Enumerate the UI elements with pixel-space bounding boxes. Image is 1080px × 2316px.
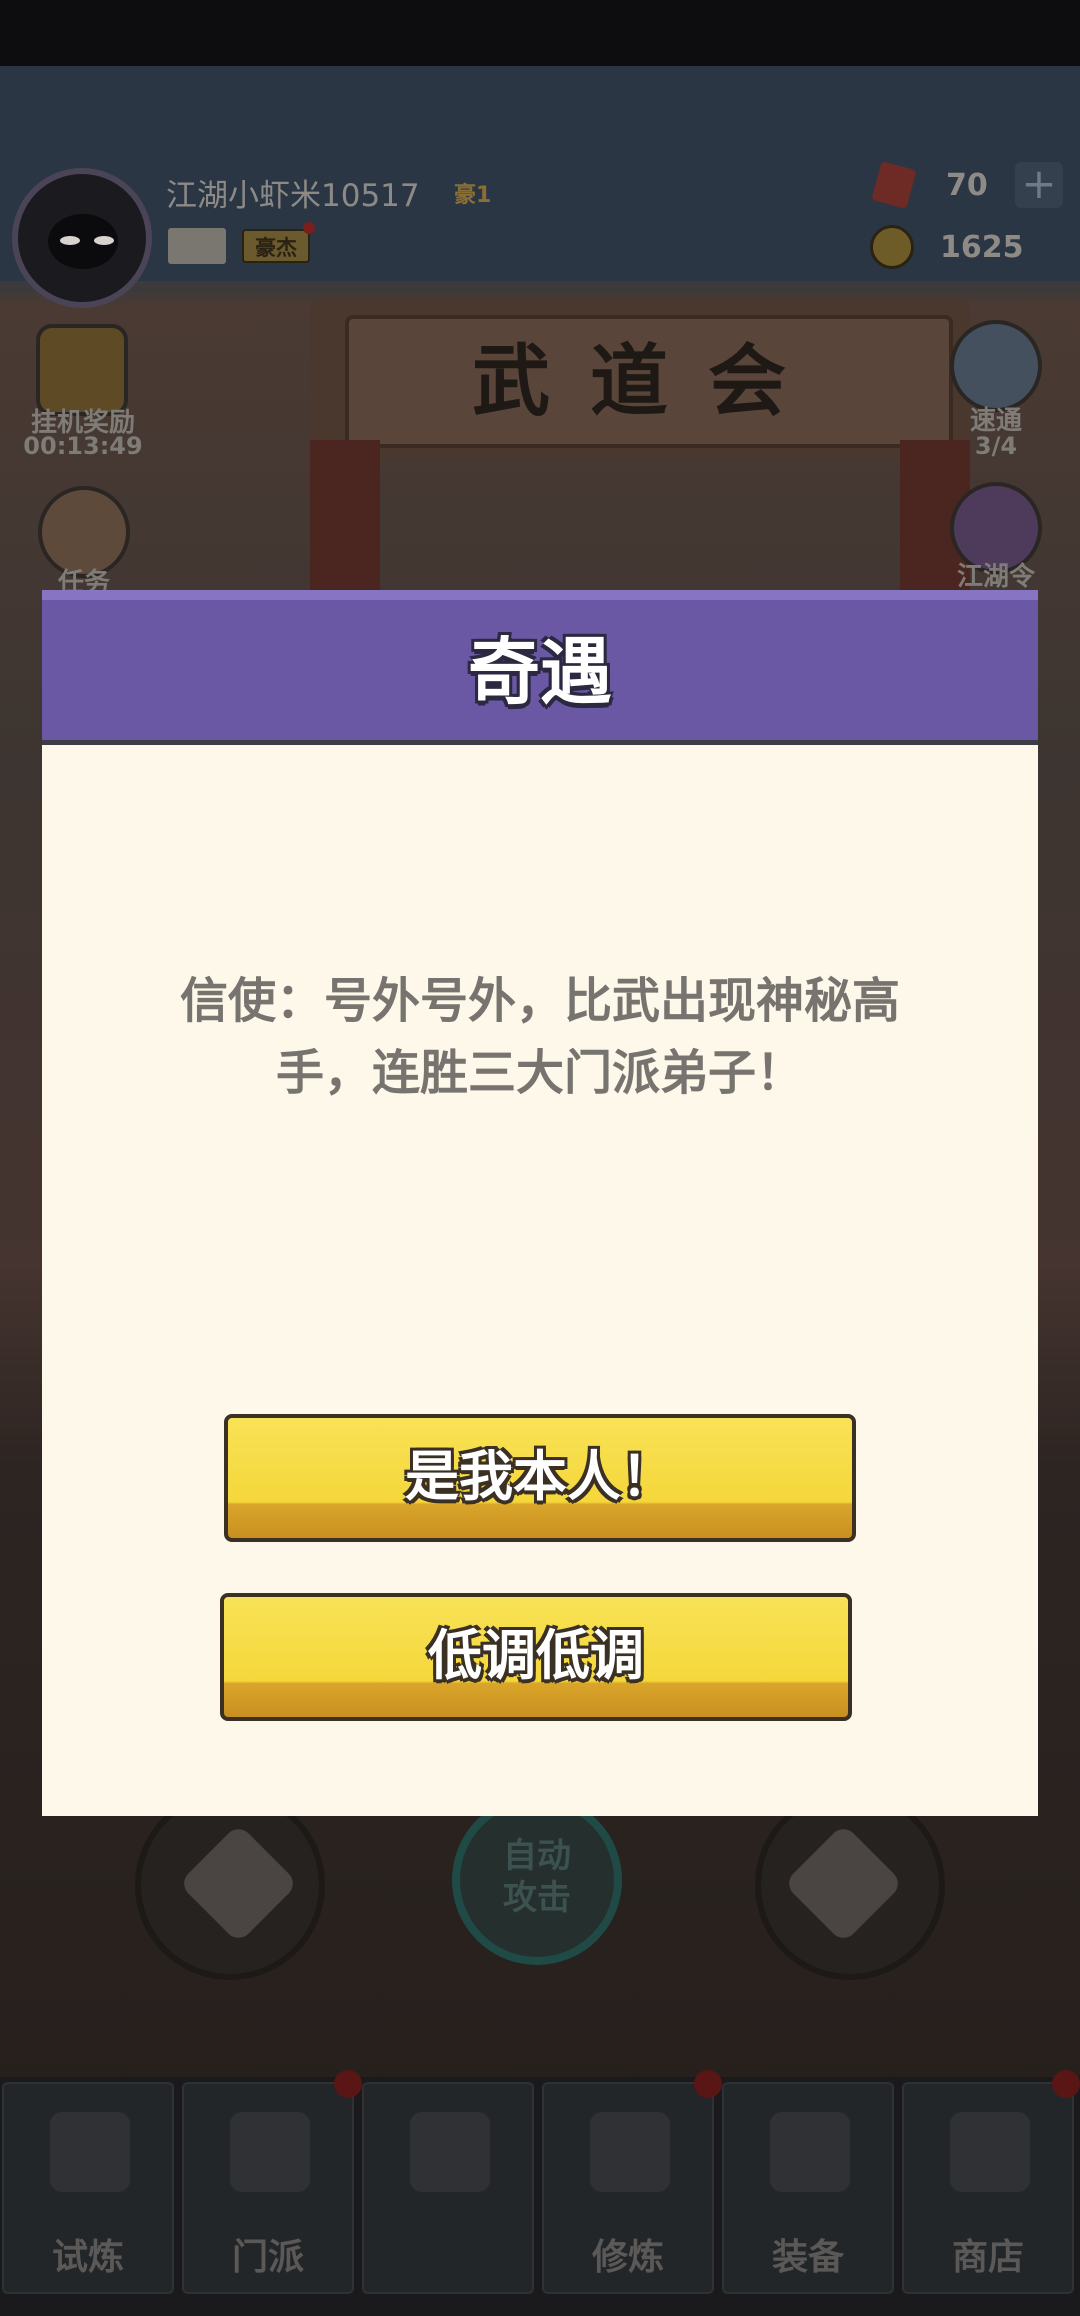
tab-sect[interactable]: 门派 bbox=[182, 2082, 354, 2294]
book-icon bbox=[590, 2112, 670, 2192]
shop-icon bbox=[950, 2112, 1030, 2192]
auto-attack-label-1: 自动 bbox=[503, 1836, 571, 1876]
idle-timer: 00:13:49 bbox=[23, 432, 143, 460]
confirm-identity-button[interactable]: 是我本人！ bbox=[224, 1414, 856, 1542]
coin-count: 1625 bbox=[940, 230, 1024, 265]
mail-icon[interactable] bbox=[168, 228, 226, 264]
tab-label: 装备 bbox=[771, 2237, 844, 2278]
avatar[interactable] bbox=[12, 168, 152, 308]
jianghu-label: 江湖令 bbox=[956, 562, 1035, 592]
tab-label: 修炼 bbox=[591, 2237, 664, 2278]
notification-dot bbox=[694, 2070, 722, 2098]
tab-shop[interactable]: 商店 bbox=[902, 2082, 1074, 2294]
tab-locked[interactable] bbox=[362, 2082, 534, 2294]
auto-attack-label-2: 攻击 bbox=[503, 1878, 571, 1918]
player-name: 江湖小虾米10517 bbox=[166, 178, 420, 214]
arrow-left-icon bbox=[178, 1823, 299, 1944]
tab-trial[interactable]: 试炼 bbox=[2, 2082, 174, 2294]
dialog-title: 奇遇 bbox=[467, 630, 612, 714]
eye-icon bbox=[60, 236, 80, 245]
move-right-button[interactable] bbox=[755, 1790, 945, 1980]
move-left-button[interactable] bbox=[135, 1790, 325, 1980]
notification-dot bbox=[303, 222, 315, 234]
dialog-message: 信使：号外号外，比武出现神秘高手，连胜三大门派弟子！ bbox=[179, 973, 900, 1101]
title-badge[interactable]: 豪杰 bbox=[242, 229, 310, 263]
stay-lowkey-button[interactable]: 低调低调 bbox=[220, 1593, 852, 1721]
lock-icon bbox=[410, 2112, 490, 2192]
status-bar bbox=[0, 0, 1080, 66]
add-gems-button[interactable]: + bbox=[1015, 162, 1063, 208]
tab-label: 商店 bbox=[951, 2237, 1024, 2278]
dialog-header-highlight bbox=[42, 590, 1038, 600]
tab-label: 试炼 bbox=[51, 2237, 124, 2278]
tab-label: 门派 bbox=[231, 2237, 304, 2278]
gate-pillar-left bbox=[310, 440, 380, 600]
eye-icon bbox=[94, 236, 114, 245]
temple-icon bbox=[230, 2112, 310, 2192]
tab-equipment[interactable]: 装备 bbox=[722, 2082, 894, 2294]
gate-sign: 武道会 bbox=[345, 315, 953, 448]
notification-dot bbox=[1052, 2070, 1080, 2098]
notification-dot bbox=[334, 2070, 362, 2098]
coin-icon bbox=[870, 225, 914, 269]
auto-attack-button[interactable]: 自动 攻击 bbox=[452, 1795, 622, 1965]
arrow-right-icon bbox=[783, 1823, 904, 1944]
sword-icon bbox=[770, 2112, 850, 2192]
ninja-icon bbox=[50, 2112, 130, 2192]
wanted-count: 3/4 bbox=[974, 432, 1018, 460]
top-hud-bar bbox=[0, 66, 1080, 281]
ghost-icon[interactable] bbox=[950, 320, 1042, 412]
gem-count: 70 bbox=[946, 168, 988, 203]
tab-cultivate[interactable]: 修炼 bbox=[542, 2082, 714, 2294]
player-rank: 豪1 bbox=[454, 183, 492, 208]
